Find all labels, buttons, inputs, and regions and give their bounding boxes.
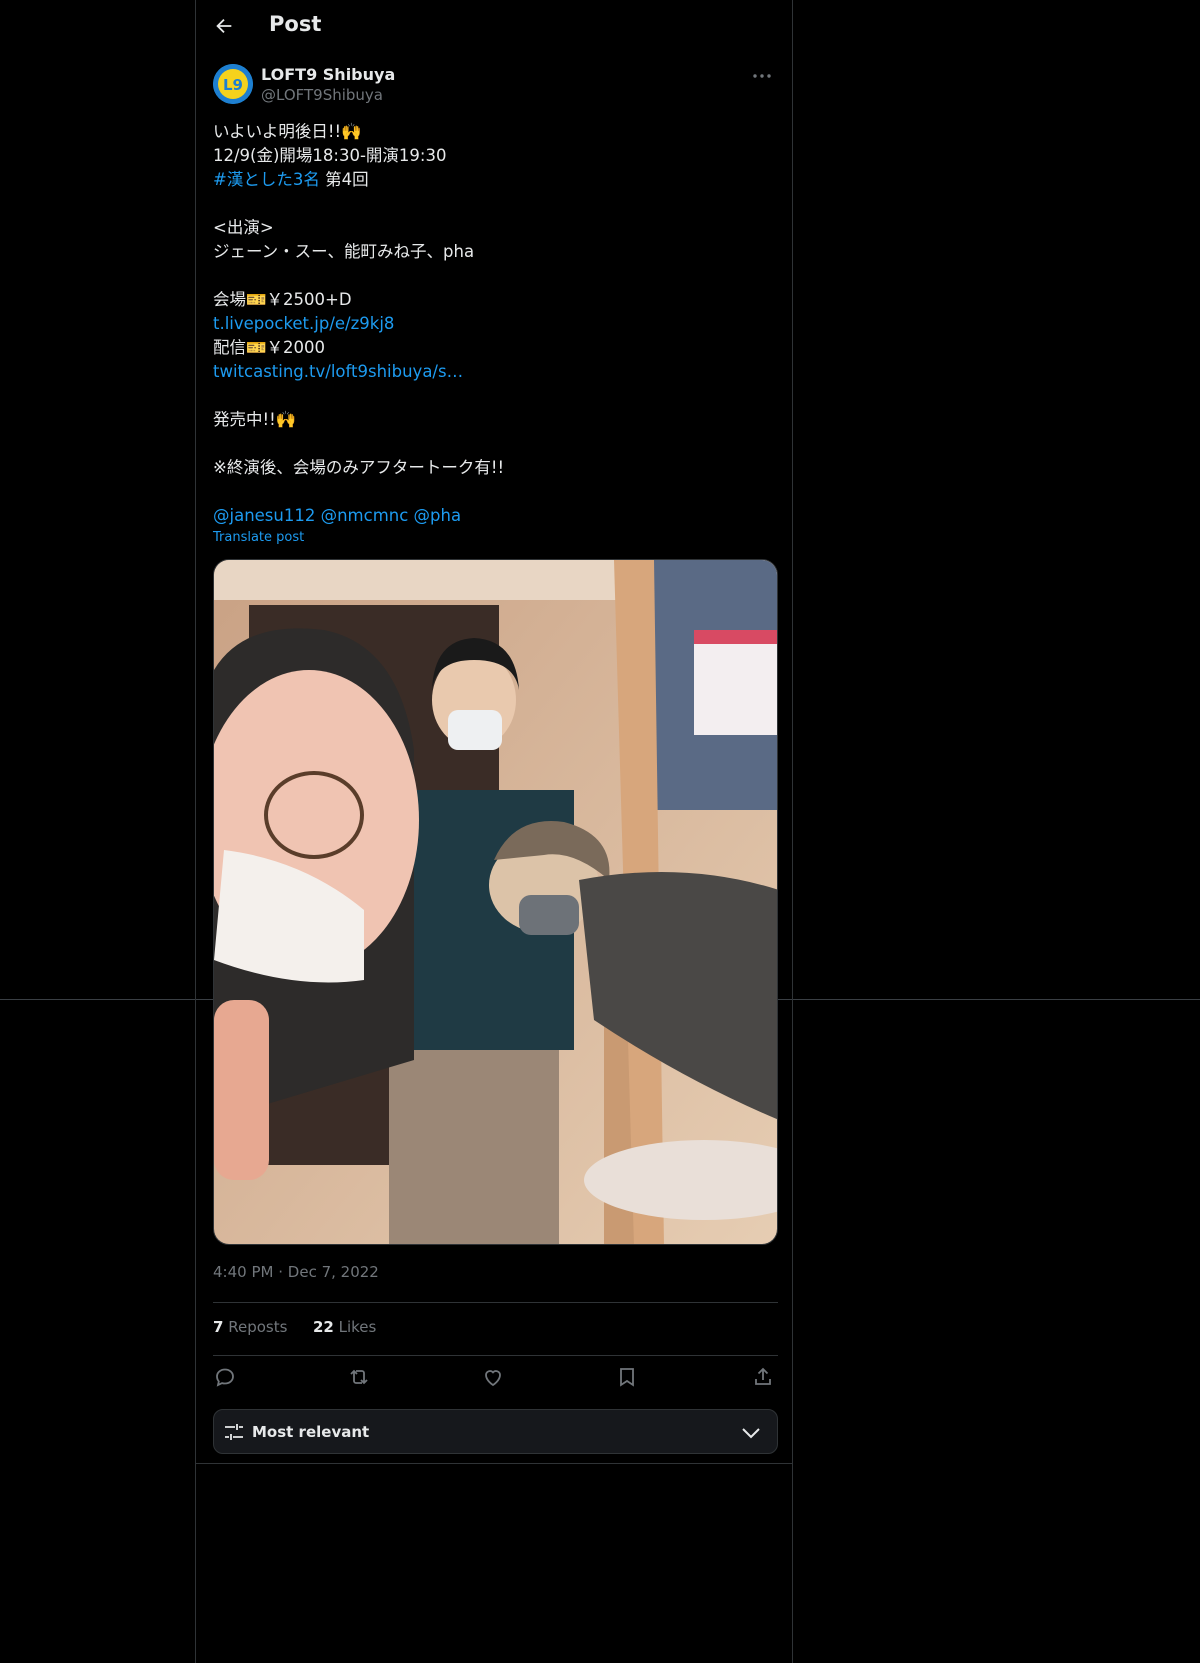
- post-line: twitcasting.tv/loft9shibuya/s…: [213, 360, 773, 384]
- avatar-text: L9: [223, 76, 243, 94]
- post-line: t.livepocket.jp/e/z9kj8: [213, 312, 773, 336]
- post-line: 配信🎫￥2000: [213, 338, 326, 357]
- post-line: [213, 384, 773, 408]
- post-line: 発売中!!🙌: [213, 410, 297, 429]
- page-title: Post: [269, 12, 322, 36]
- post-time: 4:40 PM: [213, 1263, 274, 1281]
- loft9-logo-icon: L9: [213, 64, 253, 104]
- post-line: 会場🎫￥2500+D: [213, 290, 352, 309]
- sort-label: Most relevant: [252, 1423, 370, 1441]
- post-timestamp[interactable]: 4:40 PM · Dec 7, 2022: [213, 1263, 379, 1281]
- post-line: [213, 264, 773, 288]
- livepocket-link[interactable]: t.livepocket.jp/e/z9kj8: [213, 314, 394, 333]
- filter-sliders-icon: [225, 1424, 243, 1440]
- post-line: @janesu112 @nmcmnc @pha: [213, 504, 773, 528]
- post-line: [213, 480, 773, 504]
- translate-post-link[interactable]: Translate post: [213, 530, 304, 545]
- reply-icon[interactable]: [213, 1365, 237, 1389]
- timestamp-dot: ·: [278, 1263, 284, 1281]
- post-author: L9 LOFT9 Shibuya @LOFT9Shibuya: [213, 64, 773, 108]
- post-column: Post L9 LOFT9 Shibuya @LOFT9Shibuya いよいよ…: [195, 0, 793, 1663]
- author-name[interactable]: LOFT9 Shibuya: [261, 65, 395, 84]
- post-stats: 7 Reposts 22 Likes: [213, 1318, 376, 1336]
- divider: [213, 1302, 778, 1303]
- post-line: [213, 192, 773, 216]
- avatar[interactable]: L9: [213, 64, 253, 104]
- bookmark-icon[interactable]: [615, 1365, 639, 1389]
- likes-stat[interactable]: 22 Likes: [313, 1318, 376, 1336]
- author-handle[interactable]: @LOFT9Shibuya: [261, 86, 383, 104]
- repost-icon[interactable]: [347, 1365, 371, 1389]
- post-line: いよいよ明後日!!🙌: [213, 122, 362, 141]
- photo-illustration: [214, 560, 777, 1244]
- share-icon[interactable]: [751, 1365, 775, 1389]
- post-line: [213, 432, 773, 456]
- hashtag-link[interactable]: #漢とした3名: [213, 170, 320, 189]
- divider: [196, 1463, 792, 1464]
- action-bar: [213, 1365, 778, 1389]
- post-date: Dec 7, 2022: [287, 1263, 379, 1281]
- post-line: <出演>: [213, 218, 274, 237]
- back-arrow-icon[interactable]: [213, 15, 235, 37]
- reposts-stat[interactable]: 7 Reposts: [213, 1318, 287, 1336]
- post-line: ジェーン・スー、能町みね子、pha: [213, 242, 475, 261]
- more-options-icon[interactable]: [751, 68, 773, 84]
- twitcasting-link[interactable]: twitcasting.tv/loft9shibuya/s…: [213, 362, 463, 381]
- divider: [213, 1355, 778, 1356]
- post-line: #漢とした3名 第4回: [213, 170, 369, 189]
- post-line: ※終演後、会場のみアフタートーク有!!: [213, 458, 505, 477]
- like-icon[interactable]: [481, 1365, 505, 1389]
- sort-replies-dropdown[interactable]: Most relevant: [213, 1409, 778, 1454]
- mentions-link[interactable]: @janesu112 @nmcmnc @pha: [213, 506, 461, 525]
- chevron-down-icon: [742, 1428, 760, 1439]
- post-text: いよいよ明後日!!🙌 12/9(金)開場18:30-開演19:30 #漢とした3…: [213, 120, 773, 528]
- post-line: 12/9(金)開場18:30-開演19:30: [213, 146, 447, 165]
- header: Post: [196, 0, 792, 56]
- post-photo[interactable]: [213, 559, 778, 1245]
